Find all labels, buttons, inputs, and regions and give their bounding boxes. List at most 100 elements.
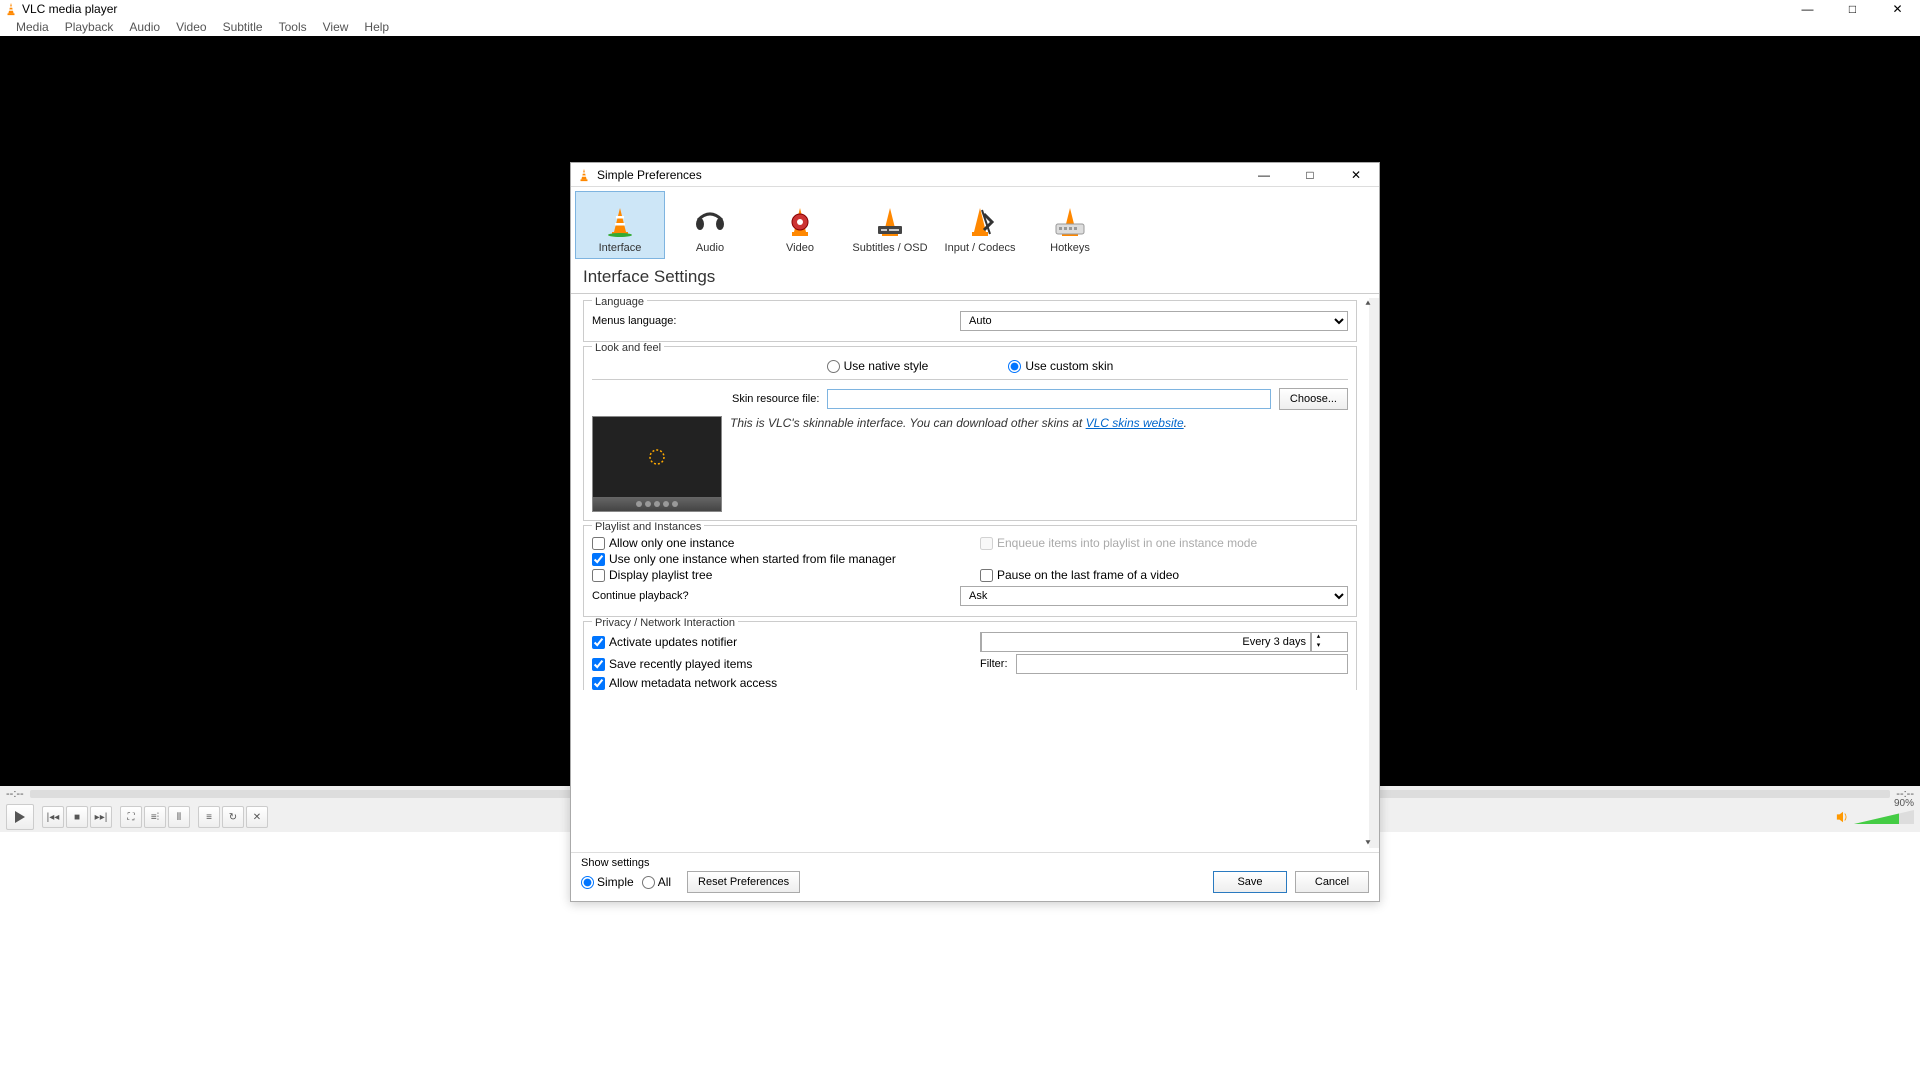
updates-notifier-checkbox[interactable]: Activate updates notifier	[592, 632, 960, 652]
close-button[interactable]: ✕	[1875, 0, 1920, 18]
save-recent-checkbox[interactable]: Save recently played items	[592, 654, 960, 674]
spinner-up[interactable]: ▴	[1311, 633, 1325, 642]
one-instance-fm-checkbox[interactable]: Use only one instance when started from …	[592, 552, 960, 566]
skin-file-input[interactable]	[827, 389, 1270, 409]
category-label: Interface	[599, 242, 642, 254]
time-elapsed: --:--	[6, 788, 24, 800]
group-title: Look and feel	[592, 342, 664, 354]
skin-info-text: This is VLC's skinnable interface. You c…	[730, 416, 1348, 430]
show-all-radio[interactable]: All	[642, 875, 671, 889]
next-button[interactable]: ▸▸|	[90, 806, 112, 828]
category-subtitles[interactable]: Subtitles / OSD	[845, 191, 935, 259]
show-simple-radio[interactable]: Simple	[581, 875, 634, 889]
loop-button[interactable]: ↻	[222, 806, 244, 828]
filter-input[interactable]	[1016, 654, 1349, 674]
volume-label: 90%	[1894, 798, 1914, 809]
play-button[interactable]	[6, 804, 34, 830]
menu-view[interactable]: View	[315, 18, 357, 36]
dialog-close-button[interactable]: ✕	[1333, 163, 1379, 187]
category-hotkeys[interactable]: Hotkeys	[1025, 191, 1115, 259]
show-settings-label: Show settings	[581, 857, 800, 869]
menus-language-label: Menus language:	[592, 315, 952, 327]
video-icon	[784, 206, 816, 238]
menus-language-select[interactable]: Auto	[960, 311, 1348, 331]
menu-media[interactable]: Media	[8, 18, 57, 36]
continue-playback-select[interactable]: Ask	[960, 586, 1348, 606]
dialog-titlebar: Simple Preferences — □ ✕	[571, 163, 1379, 187]
dialog-title: Simple Preferences	[597, 168, 702, 182]
menu-playback[interactable]: Playback	[57, 18, 122, 36]
fullscreen-button[interactable]: ⛶	[120, 806, 142, 828]
category-input-codecs[interactable]: Input / Codecs	[935, 191, 1025, 259]
filter-label: Filter:	[980, 658, 1008, 670]
category-label: Hotkeys	[1050, 242, 1090, 254]
cancel-button[interactable]: Cancel	[1295, 871, 1369, 893]
group-privacy: Privacy / Network Interaction Activate u…	[583, 621, 1357, 690]
settings-body: ⯅ ⯆ Language Menus language: Auto Look a…	[571, 294, 1379, 852]
group-playlist: Playlist and Instances Allow only one in…	[583, 525, 1357, 617]
group-language: Language Menus language: Auto	[583, 300, 1357, 342]
dialog-footer: Show settings Simple All Reset Preferenc…	[571, 852, 1379, 901]
scroll-up-button[interactable]: ⯅	[1361, 296, 1375, 310]
main-titlebar: VLC media player — □ ✕	[0, 0, 1920, 18]
category-video[interactable]: Video	[755, 191, 845, 259]
skin-preview	[592, 416, 722, 512]
maximize-button[interactable]: □	[1830, 0, 1875, 18]
choose-button[interactable]: Choose...	[1279, 388, 1348, 410]
scroll-down-button[interactable]: ⯆	[1361, 836, 1375, 850]
playlist-button[interactable]: ≡	[198, 806, 220, 828]
input-codecs-icon	[964, 206, 996, 238]
audio-icon	[694, 206, 726, 238]
group-title: Privacy / Network Interaction	[592, 617, 738, 629]
hotkeys-icon	[1054, 206, 1086, 238]
enqueue-items-checkbox: Enqueue items into playlist in one insta…	[980, 536, 1348, 550]
spinner-down[interactable]: ▾	[1311, 642, 1325, 651]
scrollbar[interactable]	[1369, 298, 1379, 848]
vlc-cone-icon	[577, 168, 591, 182]
skins-website-link[interactable]: VLC skins website	[1086, 416, 1184, 430]
section-title: Interface Settings	[571, 263, 1379, 294]
dialog-maximize-button[interactable]: □	[1287, 163, 1333, 187]
menu-help[interactable]: Help	[356, 18, 397, 36]
update-interval-spinner[interactable]: ▴▾	[980, 632, 1348, 652]
dialog-minimize-button[interactable]: —	[1241, 163, 1287, 187]
speaker-icon[interactable]	[1836, 810, 1850, 824]
volume-slider[interactable]: 90%	[1854, 808, 1914, 826]
menu-audio[interactable]: Audio	[121, 18, 168, 36]
group-title: Language	[592, 296, 647, 308]
shuffle-button[interactable]: ✕	[246, 806, 268, 828]
stop-button[interactable]: ■	[66, 806, 88, 828]
skin-file-label: Skin resource file:	[732, 393, 819, 405]
category-interface[interactable]: Interface	[575, 191, 665, 259]
native-style-radio[interactable]: Use native style	[827, 359, 929, 373]
preferences-dialog: Simple Preferences — □ ✕ Interface Audio…	[570, 162, 1380, 902]
interface-icon	[604, 206, 636, 238]
category-label: Audio	[696, 242, 724, 254]
menubar: Media Playback Audio Video Subtitle Tool…	[0, 18, 1920, 36]
menu-video[interactable]: Video	[168, 18, 214, 36]
category-label: Video	[786, 242, 814, 254]
previous-button[interactable]: |◂◂	[42, 806, 64, 828]
continue-playback-label: Continue playback?	[592, 590, 952, 602]
equalizer-button[interactable]: ⫴	[168, 806, 190, 828]
custom-skin-radio[interactable]: Use custom skin	[1008, 359, 1113, 373]
skin-preview-controls	[593, 497, 721, 511]
menu-subtitle[interactable]: Subtitle	[215, 18, 271, 36]
extended-settings-button[interactable]: ≡⫶	[144, 806, 166, 828]
category-label: Input / Codecs	[945, 242, 1016, 254]
display-playlist-tree-checkbox[interactable]: Display playlist tree	[592, 568, 960, 582]
minimize-button[interactable]: —	[1785, 0, 1830, 18]
category-audio[interactable]: Audio	[665, 191, 755, 259]
subtitles-icon	[874, 206, 906, 238]
allow-one-instance-checkbox[interactable]: Allow only one instance	[592, 536, 960, 550]
group-look-and-feel: Look and feel Use native style Use custo…	[583, 346, 1357, 521]
save-button[interactable]: Save	[1213, 871, 1287, 893]
category-label: Subtitles / OSD	[852, 242, 927, 254]
category-bar: Interface Audio Video Subtitles / OSD In…	[571, 187, 1379, 263]
vlc-cone-icon	[4, 2, 18, 16]
metadata-access-checkbox[interactable]: Allow metadata network access	[592, 676, 960, 690]
reset-preferences-button[interactable]: Reset Preferences	[687, 871, 800, 893]
menu-tools[interactable]: Tools	[271, 18, 315, 36]
app-title: VLC media player	[22, 2, 117, 16]
pause-last-frame-checkbox[interactable]: Pause on the last frame of a video	[980, 568, 1348, 582]
